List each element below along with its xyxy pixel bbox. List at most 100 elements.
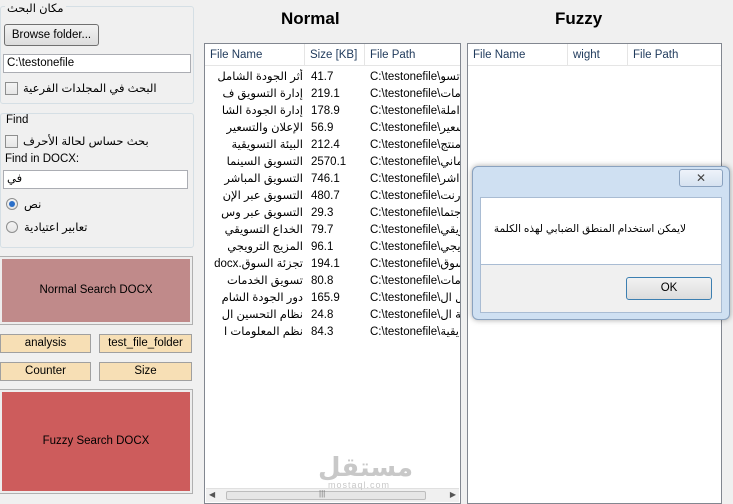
- normal-search-label: Normal Search DOCX: [39, 284, 153, 296]
- cell-file-path: C:\testonefile\يجي: [370, 241, 460, 253]
- table-row[interactable]: المزيج الترويجي 96.1 C:\testonefile\يجي: [205, 239, 460, 256]
- normal-search-button[interactable]: Normal Search DOCX: [0, 256, 193, 325]
- cell-file-name: التسويق عبر الإن: [222, 190, 303, 202]
- col-size[interactable]: Size [KB]: [305, 44, 365, 66]
- cell-size: 178.9: [311, 105, 340, 117]
- cell-size: 80.8: [311, 275, 334, 287]
- dialog-body: لايمكن استخدام المنطق الضبابي لهذه الكلم…: [480, 197, 722, 265]
- col-wight[interactable]: wight: [568, 44, 628, 66]
- col-file-name[interactable]: File Name: [205, 44, 305, 66]
- cell-file-name: الإعلان والتسعير: [226, 122, 303, 134]
- normal-hscroll[interactable]: ◀ ||| ▶: [206, 488, 459, 502]
- dialog-footer: OK: [480, 265, 722, 313]
- cell-file-path: C:\testonefile\يقية: [370, 326, 459, 338]
- table-row[interactable]: إدارة التسويق ف 219.1 C:\testonefile\مات: [205, 86, 460, 103]
- browse-folder-button[interactable]: Browse folder...: [4, 24, 99, 46]
- case-sensitive-label: بحث حساس لحالة الأحرف: [23, 136, 149, 148]
- cell-file-name: أثر الجودة الشامل: [217, 71, 303, 83]
- cell-size: 165.9: [311, 292, 340, 304]
- table-row[interactable]: التسويق المباشر 746.1 C:\testonefile\اشر: [205, 171, 460, 188]
- cell-file-name: تجزئة السوق.docx: [214, 258, 303, 270]
- table-row[interactable]: التسويق عبر الإن 480.7 C:\testonefile\رنت: [205, 188, 460, 205]
- cell-size: 79.7: [311, 224, 334, 236]
- cell-file-path: C:\testonefile\سوق: [370, 258, 460, 270]
- search-location-title: مكان البحث: [5, 1, 66, 15]
- table-row[interactable]: البيئة التسويقية 212.4 C:\testonefile\منتج: [205, 137, 461, 154]
- left-panel: مكان البحث Browse folder... C:\testonefi…: [0, 0, 197, 504]
- table-row[interactable]: التسويق عبر وس 29.3 C:\testonefile\جتما: [205, 205, 460, 222]
- table-row[interactable]: نظام التحسين ال 24.8 C:\testonefile\ية ال: [205, 307, 460, 324]
- cell-size: 2570.1: [311, 156, 347, 168]
- cell-file-name: دور الجودة الشام: [221, 292, 303, 304]
- cell-size: 746.1: [311, 173, 340, 185]
- fuzzy-search-label: Fuzzy Search DOCX: [42, 435, 150, 447]
- cell-size: 219.1: [311, 88, 340, 100]
- ok-button[interactable]: OK: [626, 277, 712, 300]
- normal-list-header: File Name Size [KB] File Path: [205, 44, 460, 66]
- table-row[interactable]: تسويق الخدمات 80.8 C:\testonefile\مات: [205, 273, 460, 290]
- cell-file-name: التسويق عبر وس: [221, 207, 303, 219]
- cell-file-name: التسويق السينما: [226, 156, 303, 168]
- cell-size: 41.7: [311, 71, 334, 83]
- cell-file-path: C:\testonefile\سعير: [370, 122, 460, 134]
- table-row[interactable]: إدارة الجودة الشا 178.9 C:\testonefile\امل…: [205, 103, 460, 120]
- fuzzy-search-button[interactable]: Fuzzy Search DOCX: [0, 389, 193, 494]
- cell-file-path: C:\testonefile\اشر: [370, 173, 460, 185]
- cell-size: 56.9: [311, 122, 334, 134]
- watermark-logo: مستقل: [318, 452, 414, 482]
- cell-size: 84.3: [311, 326, 334, 338]
- cell-file-name: المزيج الترويجي: [227, 241, 303, 253]
- radio-text-label: نص: [24, 199, 42, 211]
- table-row[interactable]: تجزئة السوق.docx 194.1 C:\testonefile\سوق: [205, 256, 460, 273]
- watermark-sub: mostaql.com: [328, 480, 391, 490]
- find-group: Find بحث حساس لحالة الأحرف Find in DOCX:…: [0, 113, 194, 248]
- table-row[interactable]: الخداع التسويقي 79.7 C:\testonefile\ويقي: [205, 222, 460, 239]
- normal-title: Normal: [281, 9, 340, 28]
- radio-regex[interactable]: [6, 221, 18, 233]
- normal-results-list[interactable]: File Name Size [KB] File Path أثر الجودة…: [204, 43, 461, 504]
- size-button[interactable]: Size: [99, 362, 192, 381]
- cell-file-path: C:\testonefile\املة: [370, 105, 460, 117]
- cell-size: 480.7: [311, 190, 340, 202]
- cell-file-path: C:\testonefile\ماني: [370, 156, 460, 168]
- cell-file-path: C:\testonefile\جتما: [370, 207, 460, 219]
- cell-file-path: C:\testonefile\رنت: [370, 190, 460, 202]
- cell-file-path: C:\testonefile\ل ال: [370, 292, 460, 304]
- table-row[interactable]: أثر الجودة الشامل 41.7 C:\testonefile\تسو: [205, 69, 460, 86]
- radio-text[interactable]: [6, 198, 18, 210]
- folder-path-field[interactable]: C:\testonefile: [3, 54, 191, 73]
- table-row[interactable]: التسويق السينما 2570.1 C:\testonefile\ماني: [205, 154, 460, 171]
- analysis-button[interactable]: analysis: [0, 334, 91, 353]
- cell-file-path: C:\testonefile\مات: [370, 275, 460, 287]
- message-dialog: ✕ لايمكن استخدام المنطق الضبابي لهذه الك…: [472, 166, 730, 320]
- scroll-thumb[interactable]: |||: [226, 489, 426, 500]
- scroll-left-arrow-icon[interactable]: ◀: [209, 490, 215, 499]
- table-row[interactable]: الإعلان والتسعير 56.9 C:\testonefile\سعير: [205, 120, 460, 137]
- fuzzy-title: Fuzzy: [555, 9, 603, 28]
- counter-button[interactable]: Counter: [0, 362, 91, 381]
- fuzzy-list-header: File Name wight File Path: [468, 44, 721, 66]
- close-icon[interactable]: ✕: [679, 169, 723, 187]
- cell-size: 29.3: [311, 207, 334, 219]
- subfolders-checkbox[interactable]: [5, 82, 18, 95]
- cell-size: 212.4: [311, 139, 340, 151]
- cell-file-path: C:\testonefile\ويقي: [370, 224, 460, 236]
- subfolders-label: البحث في المجلدات الفرعية: [23, 83, 157, 95]
- col-file-path[interactable]: File Path: [365, 44, 460, 66]
- case-sensitive-checkbox[interactable]: [5, 135, 18, 148]
- test-file-folder-button[interactable]: test_file_folder: [99, 334, 192, 353]
- cell-file-name: نظام التحسين ال: [221, 309, 303, 321]
- cell-file-name: نظم المعلومات ا: [223, 326, 303, 338]
- table-row[interactable]: نظم المعلومات ا 84.3 C:\testonefile\يقية: [205, 324, 460, 341]
- radio-regex-label: تعابير اعتيادية: [24, 222, 88, 234]
- cell-size: 194.1: [311, 258, 340, 270]
- col-fuzzy-file-path[interactable]: File Path: [628, 44, 721, 66]
- col-fuzzy-file-name[interactable]: File Name: [468, 44, 568, 66]
- find-field[interactable]: في: [3, 170, 188, 189]
- cell-file-path: C:\testonefile\منتج: [370, 139, 460, 151]
- find-in-label: Find in DOCX:: [5, 153, 80, 165]
- table-row[interactable]: دور الجودة الشام 165.9 C:\testonefile\ل ال: [205, 290, 460, 307]
- scroll-right-arrow-icon[interactable]: ▶: [450, 490, 456, 499]
- cell-file-path: C:\testonefile\ية ال: [370, 309, 460, 321]
- cell-file-name: إدارة التسويق ف: [222, 88, 303, 100]
